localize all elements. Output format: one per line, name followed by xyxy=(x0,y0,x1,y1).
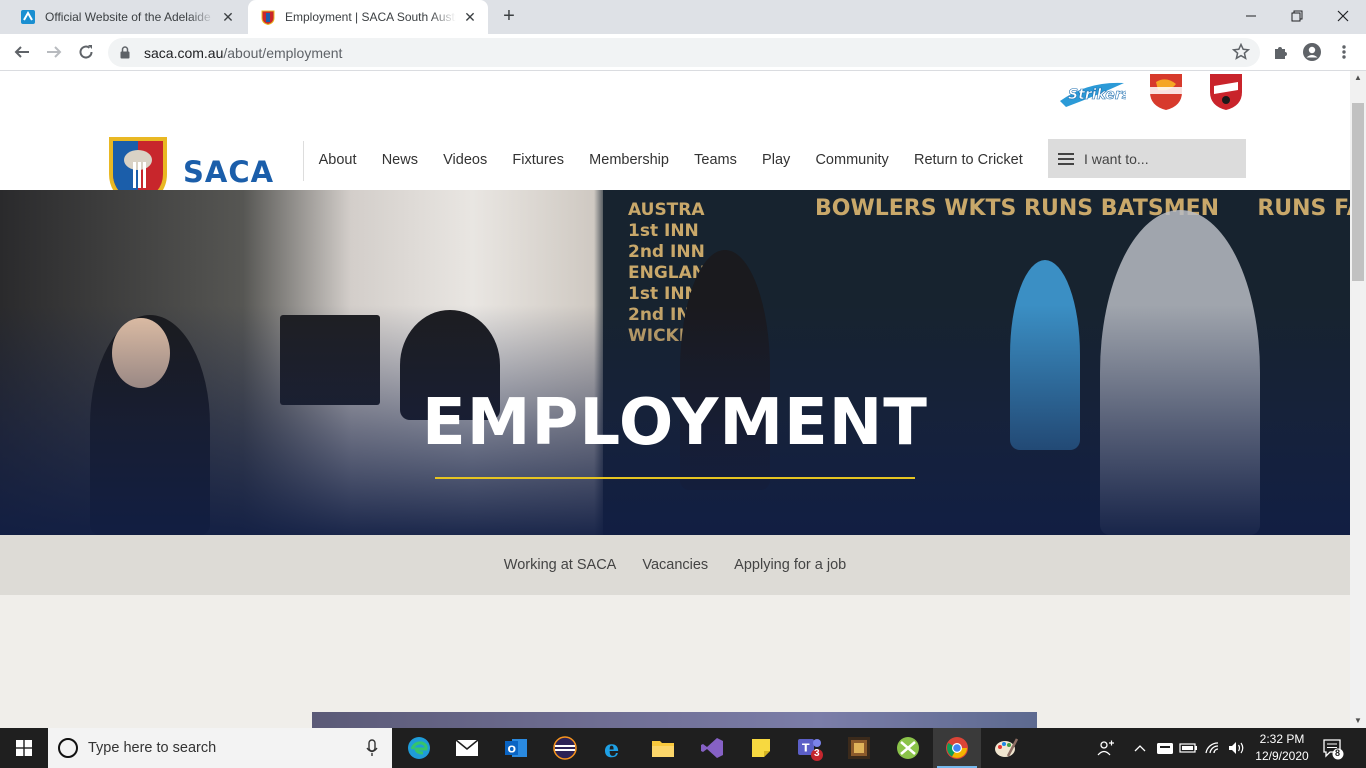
cortana-icon xyxy=(58,738,78,758)
paint-icon[interactable] xyxy=(982,728,1030,768)
site-header: Strikers SACA About News Videos Fixtures… xyxy=(0,71,1350,208)
window-close-icon[interactable] xyxy=(1320,0,1366,32)
reload-icon[interactable] xyxy=(74,40,98,64)
back-icon[interactable] xyxy=(10,40,34,64)
title-underline xyxy=(435,477,915,479)
address-bar[interactable]: saca.com.au/about/employment xyxy=(108,38,1260,67)
action-center-icon[interactable]: 8 xyxy=(1322,738,1344,765)
mail-icon[interactable] xyxy=(443,728,491,768)
restore-icon[interactable] xyxy=(1274,0,1320,32)
nav-videos[interactable]: Videos xyxy=(431,152,500,168)
forward-icon[interactable] xyxy=(42,40,66,64)
svg-text:e: e xyxy=(604,736,619,760)
page-viewport: Strikers SACA About News Videos Fixtures… xyxy=(0,71,1350,728)
svg-text:T: T xyxy=(802,742,810,755)
teams-badge: 3 xyxy=(814,748,820,759)
nav-return-to-cricket[interactable]: Return to Cricket xyxy=(901,152,1035,168)
scoreboard-header-decoration: BOWLERS WKTS RUNS BATSMEN RUNS FALL of W… xyxy=(815,196,1350,221)
windows-taskbar: Type here to search O e T 3 2:32 PM 12/9… xyxy=(0,728,1366,768)
sticky-notes-icon[interactable] xyxy=(737,728,785,768)
svg-text:Strikers: Strikers xyxy=(1068,87,1126,103)
partner-logos: Strikers xyxy=(1058,71,1246,115)
edge-icon[interactable] xyxy=(395,728,443,768)
page-scrollbar[interactable]: ▲ ▼ xyxy=(1350,71,1366,728)
clock-date: 12/9/2020 xyxy=(1255,749,1309,763)
profile-avatar-icon[interactable] xyxy=(1301,41,1323,63)
extensions-puzzle-icon[interactable] xyxy=(1269,41,1291,63)
minimize-icon[interactable] xyxy=(1228,0,1274,32)
visual-studio-icon[interactable] xyxy=(688,728,736,768)
scroll-down-icon[interactable]: ▼ xyxy=(1350,714,1366,728)
page-title: EMPLOYMENT xyxy=(422,386,928,460)
show-hidden-icons-chevron-icon[interactable] xyxy=(1130,728,1150,768)
browser-tab-employment[interactable]: Employment | SACA South Australian Crick… xyxy=(248,0,488,34)
taskbar-search-box[interactable]: Type here to search xyxy=(48,728,392,768)
subnav-vacancies[interactable]: Vacancies xyxy=(642,557,708,573)
nav-community[interactable]: Community xyxy=(803,152,902,168)
nav-fixtures[interactable]: Fixtures xyxy=(500,152,577,168)
keyboard-tray-icon[interactable] xyxy=(1154,728,1176,768)
header-divider xyxy=(303,141,304,181)
notification-count: 8 xyxy=(1335,748,1341,758)
saca-favicon-icon xyxy=(260,9,276,25)
nav-about[interactable]: About xyxy=(306,152,369,168)
main-nav: About News Videos Fixtures Membership Te… xyxy=(306,141,1035,179)
logo-text: SACA xyxy=(183,155,275,189)
teams-icon[interactable]: T 3 xyxy=(786,728,834,768)
lock-icon xyxy=(120,46,134,59)
search-placeholder: Type here to search xyxy=(88,740,217,756)
eclipse-icon[interactable] xyxy=(541,728,589,768)
url-host: saca.com.au xyxy=(144,44,224,61)
url-path: /about/employment xyxy=(223,44,343,61)
xbox-icon[interactable] xyxy=(884,728,932,768)
wifi-icon[interactable] xyxy=(1203,728,1225,768)
clock-time: 2:32 PM xyxy=(1259,732,1305,746)
battery-icon[interactable] xyxy=(1178,728,1200,768)
browser-tab-bar: Official Website of the Adelaide Striker… xyxy=(0,0,1366,34)
outlook-icon[interactable]: O xyxy=(492,728,540,768)
subnav-applying-for-a-job[interactable]: Applying for a job xyxy=(734,557,846,573)
tab-close-icon[interactable]: ✕ xyxy=(462,9,478,26)
microphone-icon[interactable] xyxy=(366,739,378,761)
browser-toolbar: saca.com.au/about/employment xyxy=(0,34,1366,71)
tab-title: Official Website of the Adelaide Striker… xyxy=(45,10,214,24)
nav-play[interactable]: Play xyxy=(749,152,802,168)
scrollbar-thumb[interactable] xyxy=(1352,103,1364,281)
nav-teams[interactable]: Teams xyxy=(682,152,750,168)
file-explorer-icon[interactable] xyxy=(639,728,687,768)
game-app-icon[interactable] xyxy=(835,728,883,768)
browser-tab-strikers[interactable]: Official Website of the Adelaide Striker… xyxy=(8,0,246,34)
scroll-up-icon[interactable]: ▲ xyxy=(1350,71,1366,85)
adelaide-strikers-logo[interactable]: Strikers xyxy=(1058,73,1130,114)
hamburger-icon xyxy=(1058,150,1074,168)
redbacks-logo[interactable] xyxy=(1206,71,1246,117)
svg-text:O: O xyxy=(508,745,517,756)
tab-close-icon[interactable]: ✕ xyxy=(220,9,236,26)
windows-start-icon[interactable] xyxy=(0,728,48,768)
internet-explorer-icon[interactable]: e xyxy=(590,728,638,768)
i-want-to-button[interactable]: I want to... xyxy=(1048,139,1246,178)
hero-banner: AUSTRA 1st INN 2nd INN ENGLAND 1st INNIN… xyxy=(0,190,1350,535)
subnav-working-at-saca[interactable]: Working at SACA xyxy=(504,557,617,573)
browser-menu-icon[interactable] xyxy=(1333,41,1355,63)
chrome-icon[interactable] xyxy=(933,728,981,768)
i-want-to-label: I want to... xyxy=(1084,150,1149,167)
adelaide-scorpions-logo[interactable] xyxy=(1144,71,1188,117)
volume-icon[interactable] xyxy=(1226,728,1248,768)
strikers-favicon-icon xyxy=(20,9,36,25)
tab-title: Employment | SACA South Australian Crick… xyxy=(285,10,456,24)
bookmark-star-icon[interactable] xyxy=(1231,42,1251,64)
new-tab-icon[interactable]: + xyxy=(498,6,520,28)
people-icon[interactable] xyxy=(1094,728,1118,768)
content-image xyxy=(312,712,1037,728)
taskbar-clock[interactable]: 2:32 PM 12/9/2020 xyxy=(1252,731,1312,765)
sub-nav: Working at SACA Vacancies Applying for a… xyxy=(0,535,1350,595)
nav-news[interactable]: News xyxy=(369,152,430,168)
nav-membership[interactable]: Membership xyxy=(577,152,682,168)
